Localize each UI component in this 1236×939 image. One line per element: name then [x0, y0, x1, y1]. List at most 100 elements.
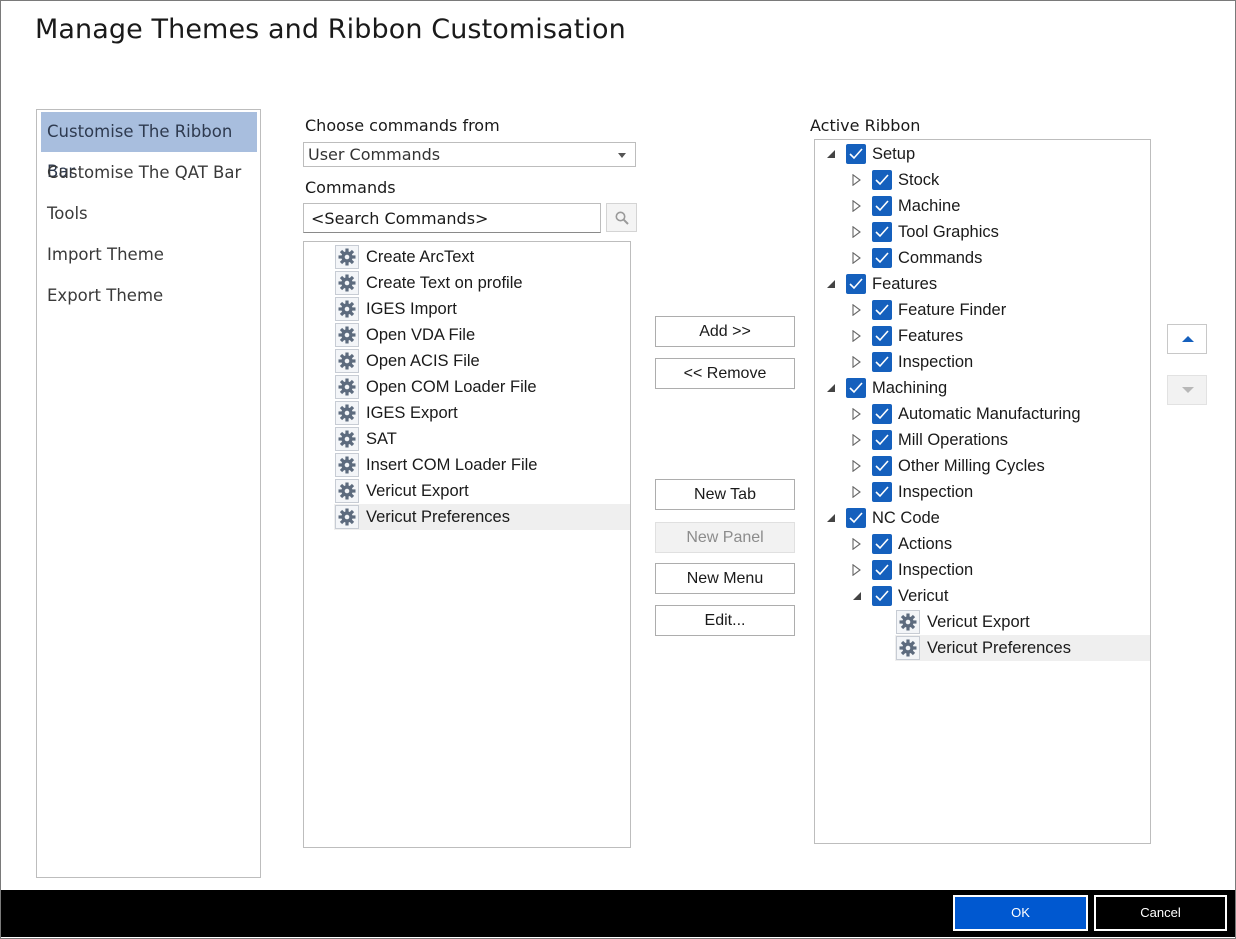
nav-item-import-theme[interactable]: Import Theme: [41, 235, 257, 275]
ribbon-tree-node[interactable]: Actions: [851, 531, 1150, 557]
checkbox-checked-icon[interactable]: [872, 222, 892, 242]
add-button[interactable]: Add >>: [655, 316, 795, 347]
ribbon-node-label: Tool Graphics: [898, 223, 999, 241]
collapsed-triangle-icon[interactable]: [851, 323, 865, 349]
command-item[interactable]: Create Text on profile: [334, 270, 630, 296]
collapsed-triangle-icon[interactable]: [851, 479, 865, 505]
collapsed-triangle-icon[interactable]: [851, 167, 865, 193]
command-item[interactable]: Insert COM Loader File: [334, 452, 630, 478]
ribbon-tree-node[interactable]: Tool Graphics: [851, 219, 1150, 245]
ribbon-tree-node[interactable]: Stock: [851, 167, 1150, 193]
expanded-triangle-icon[interactable]: [825, 375, 839, 401]
checkbox-checked-icon[interactable]: [846, 378, 866, 398]
collapsed-triangle-icon[interactable]: [851, 219, 865, 245]
collapsed-triangle-icon[interactable]: [851, 427, 865, 453]
command-item-label: Insert COM Loader File: [366, 456, 538, 474]
expanded-triangle-icon[interactable]: [825, 271, 839, 297]
command-item[interactable]: Create ArcText: [334, 244, 630, 270]
checkbox-checked-icon[interactable]: [872, 534, 892, 554]
command-source-select[interactable]: User Commands: [303, 142, 636, 167]
expanded-triangle-icon[interactable]: [851, 583, 865, 609]
collapsed-triangle-icon[interactable]: [851, 557, 865, 583]
command-item-label: Open VDA File: [366, 326, 476, 344]
command-item[interactable]: IGES Export: [334, 400, 630, 426]
ribbon-command-node[interactable]: Vericut Preferences: [895, 635, 1150, 661]
nav-item-customise-qat-bar[interactable]: Customise The QAT Bar: [41, 153, 257, 193]
command-item[interactable]: Vericut Export: [334, 478, 630, 504]
ribbon-tree-node[interactable]: Inspection: [851, 557, 1150, 583]
collapsed-triangle-icon[interactable]: [851, 349, 865, 375]
checkbox-checked-icon[interactable]: [872, 482, 892, 502]
ribbon-tree-node[interactable]: Machine: [851, 193, 1150, 219]
gear-icon: [335, 271, 359, 295]
ribbon-tree-node[interactable]: Mill Operations: [851, 427, 1150, 453]
checkbox-checked-icon[interactable]: [872, 456, 892, 476]
nav-item-tools[interactable]: Tools: [41, 194, 257, 234]
ribbon-tree-node[interactable]: Commands: [851, 245, 1150, 271]
ribbon-tree-node[interactable]: Inspection: [851, 479, 1150, 505]
checkbox-checked-icon[interactable]: [846, 508, 866, 528]
gear-icon: [335, 479, 359, 503]
checkbox-checked-icon[interactable]: [872, 560, 892, 580]
checkbox-checked-icon[interactable]: [872, 326, 892, 346]
ribbon-node-label: Actions: [898, 535, 953, 553]
new-panel-button[interactable]: New Panel: [655, 522, 795, 553]
remove-button[interactable]: << Remove: [655, 358, 795, 389]
expanded-triangle-icon[interactable]: [825, 141, 839, 167]
ribbon-tree-node[interactable]: Features: [825, 271, 1150, 297]
collapsed-triangle-icon[interactable]: [851, 453, 865, 479]
search-button[interactable]: [606, 203, 637, 232]
gear-icon: [896, 636, 920, 660]
expanded-triangle-icon[interactable]: [825, 505, 839, 531]
collapsed-triangle-icon[interactable]: [851, 193, 865, 219]
checkbox-checked-icon[interactable]: [872, 430, 892, 450]
move-up-button[interactable]: [1167, 324, 1207, 354]
gear-icon: [896, 610, 920, 634]
collapsed-triangle-icon[interactable]: [851, 401, 865, 427]
checkbox-checked-icon[interactable]: [872, 404, 892, 424]
command-item[interactable]: SAT: [334, 426, 630, 452]
new-menu-button[interactable]: New Menu: [655, 563, 795, 594]
ribbon-tree-node[interactable]: Other Milling Cycles: [851, 453, 1150, 479]
command-item[interactable]: Vericut Preferences: [334, 504, 630, 530]
search-icon: [615, 211, 629, 225]
nav-item-customise-ribbon-bar[interactable]: Customise The Ribbon Bar: [41, 112, 257, 181]
command-item[interactable]: Open ACIS File: [334, 348, 630, 374]
command-item[interactable]: Open COM Loader File: [334, 374, 630, 400]
checkbox-checked-icon[interactable]: [872, 170, 892, 190]
ribbon-tree-node[interactable]: Feature Finder: [851, 297, 1150, 323]
ribbon-node-label: Vericut: [898, 587, 949, 605]
collapsed-triangle-icon[interactable]: [851, 297, 865, 323]
commands-list: Create ArcText Create Text on profile IGES…: [303, 241, 631, 848]
nav-item-export-theme[interactable]: Export Theme: [41, 276, 257, 316]
command-item[interactable]: Open VDA File: [334, 322, 630, 348]
checkbox-checked-icon[interactable]: [872, 196, 892, 216]
ribbon-tree-node[interactable]: Features: [851, 323, 1150, 349]
search-commands-input[interactable]: [303, 203, 601, 233]
checkbox-checked-icon[interactable]: [872, 300, 892, 320]
checkbox-checked-icon[interactable]: [872, 586, 892, 606]
ribbon-tree-node[interactable]: Setup: [825, 141, 1150, 167]
ribbon-tree-node[interactable]: Automatic Manufacturing: [851, 401, 1150, 427]
command-source-value: User Commands: [308, 145, 441, 164]
new-tab-button[interactable]: New Tab: [655, 479, 795, 510]
ribbon-tree-node[interactable]: Inspection: [851, 349, 1150, 375]
cancel-button[interactable]: Cancel: [1094, 895, 1227, 931]
ribbon-tree-node[interactable]: Machining: [825, 375, 1150, 401]
ribbon-command-node[interactable]: Vericut Export: [895, 609, 1150, 635]
ok-button[interactable]: OK: [953, 895, 1088, 931]
gear-icon: [335, 453, 359, 477]
checkbox-checked-icon[interactable]: [872, 352, 892, 372]
checkbox-checked-icon[interactable]: [846, 144, 866, 164]
checkbox-checked-icon[interactable]: [846, 274, 866, 294]
ribbon-tree-node[interactable]: NC Code: [825, 505, 1150, 531]
command-item[interactable]: IGES Import: [334, 296, 630, 322]
move-down-button[interactable]: [1167, 375, 1207, 405]
checkbox-checked-icon[interactable]: [872, 248, 892, 268]
edit-button[interactable]: Edit...: [655, 605, 795, 636]
collapsed-triangle-icon[interactable]: [851, 531, 865, 557]
command-item-label: Open ACIS File: [366, 352, 480, 370]
collapsed-triangle-icon[interactable]: [851, 245, 865, 271]
ribbon-tree-node[interactable]: Vericut: [851, 583, 1150, 609]
ribbon-node-label: Inspection: [898, 561, 974, 579]
